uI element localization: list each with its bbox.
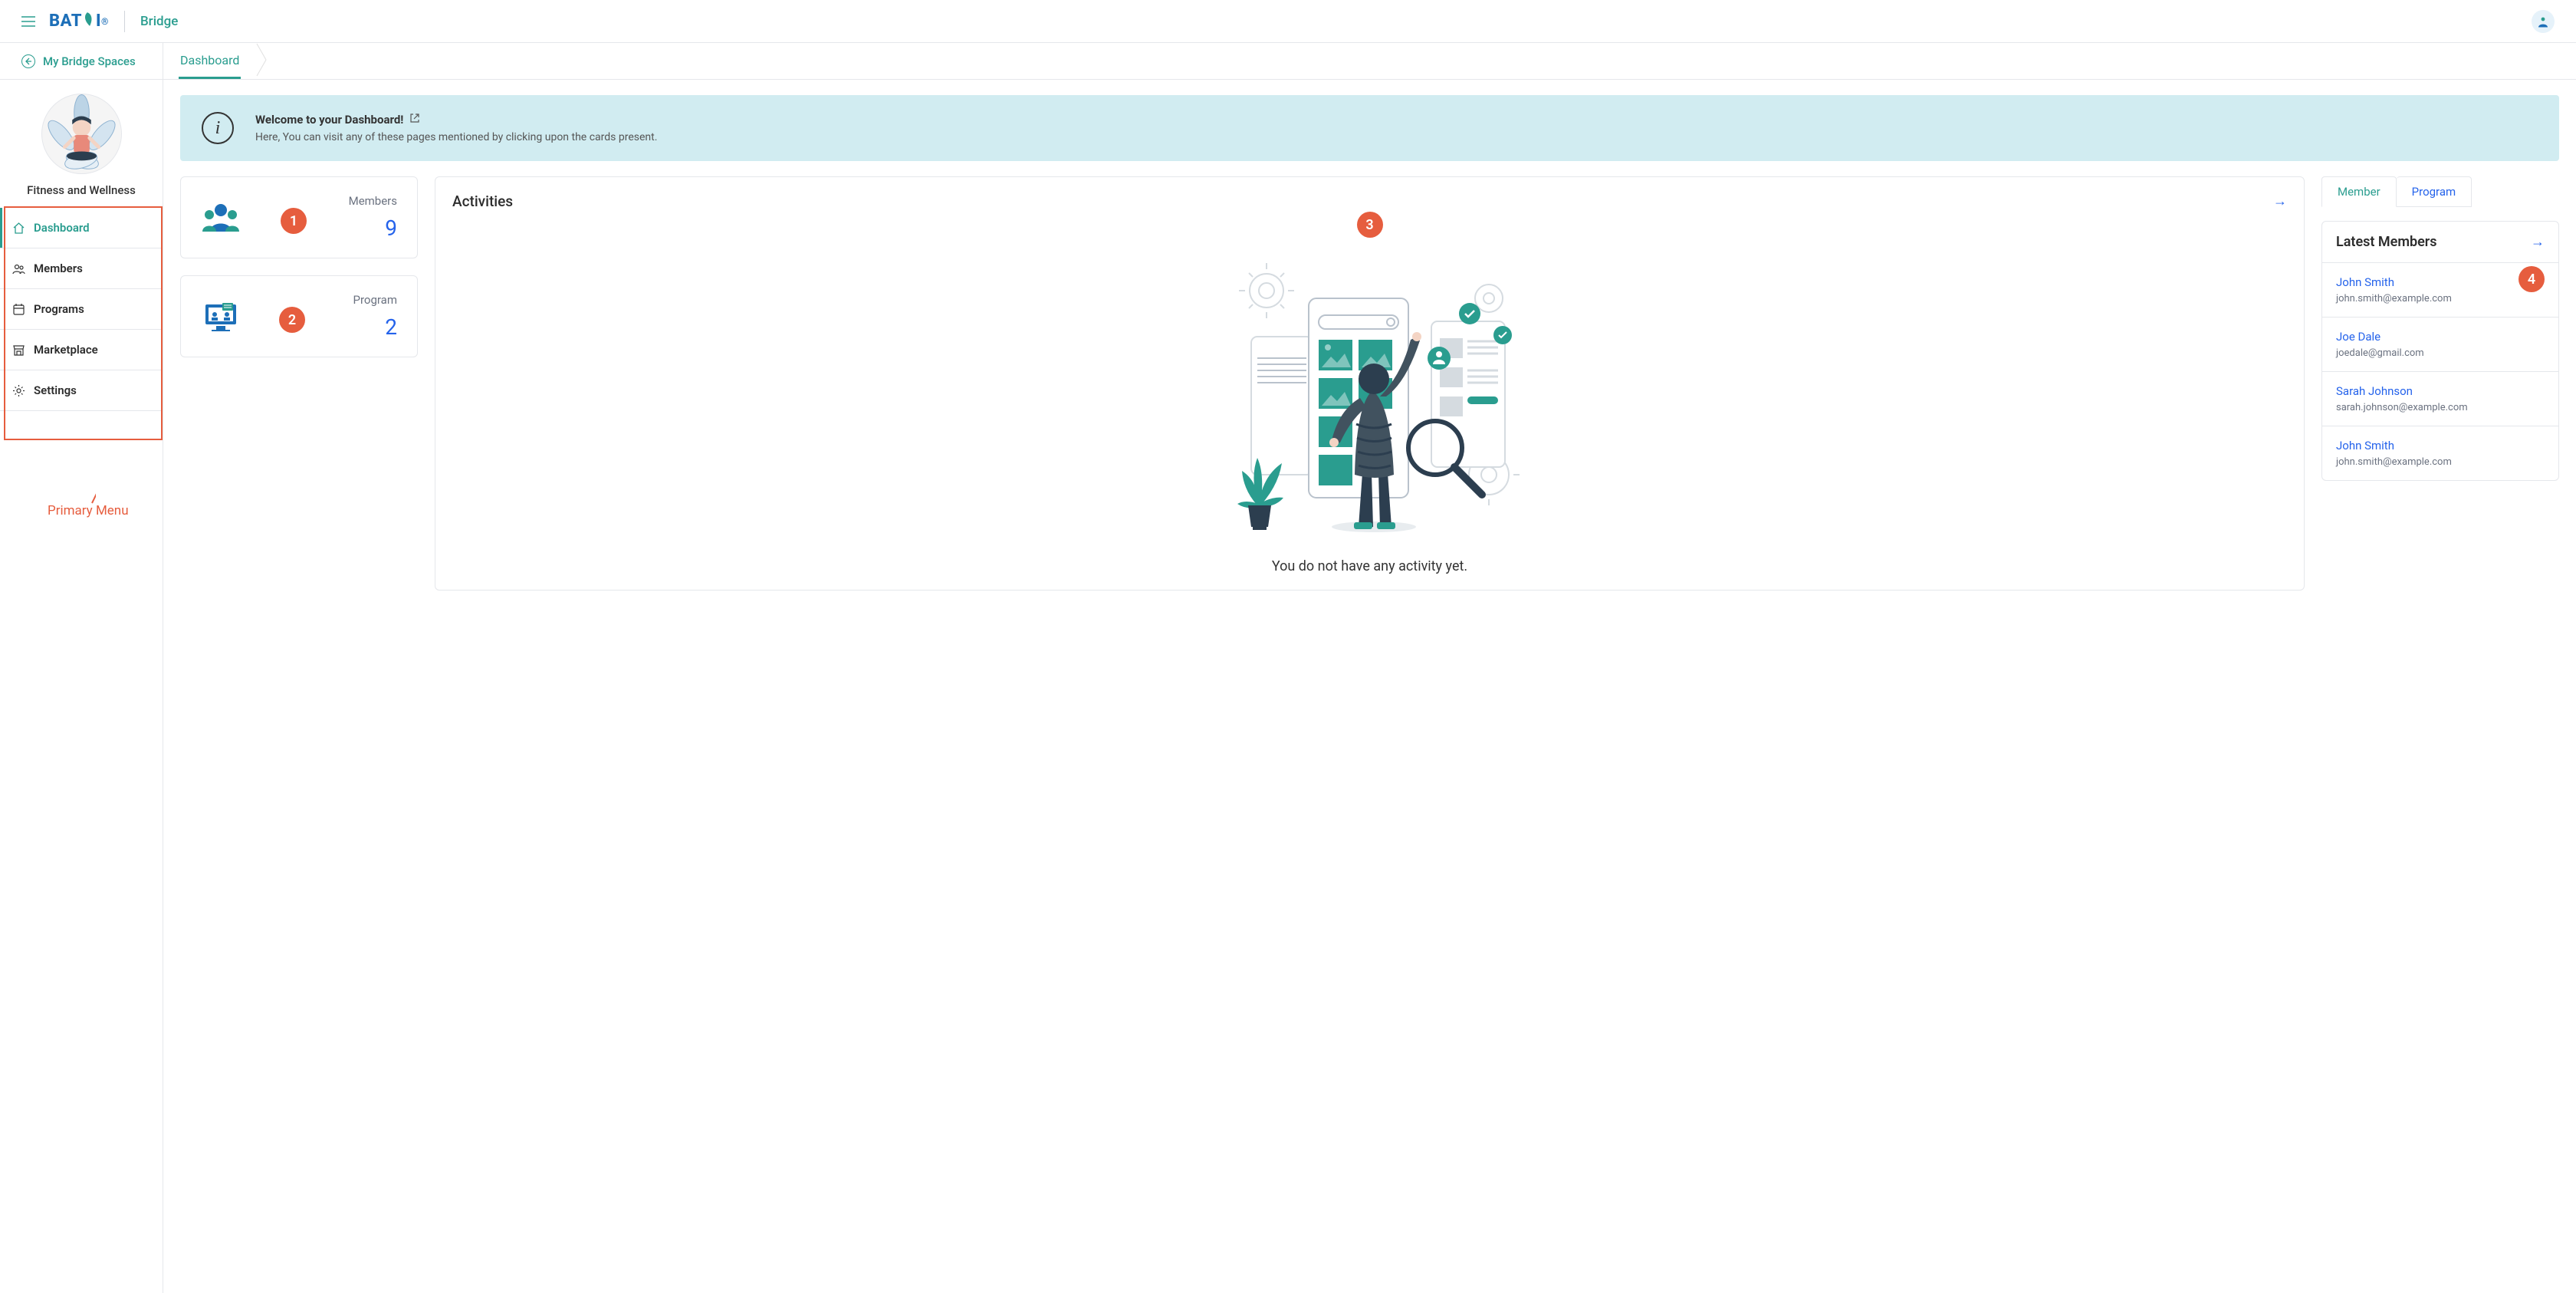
nav-label: Members [34, 262, 83, 275]
member-email: joedale@gmail.com [2336, 347, 2545, 359]
nav-label: Programs [34, 302, 84, 316]
welcome-banner: i Welcome to your Dashboard! Here, You c… [180, 95, 2559, 161]
tabs-row: Member Program [2321, 176, 2559, 207]
annotation-arrow [50, 446, 96, 507]
logo-wrap: BAT I® Bridge [49, 11, 178, 32]
nav-item-dashboard[interactable]: Dashboard [0, 208, 163, 248]
external-link-icon[interactable] [409, 113, 420, 127]
home-icon [12, 222, 25, 235]
tab-member[interactable]: Member [2321, 176, 2397, 207]
activities-panel: Activities → 3 [435, 176, 2305, 591]
market-icon [12, 344, 25, 357]
latest-members-panel: Latest Members → 4 John Smith john.smith… [2321, 221, 2559, 481]
space-avatar[interactable] [41, 94, 122, 174]
activities-illustration [452, 219, 2287, 546]
member-name[interactable]: John Smith [2336, 439, 2545, 452]
main-layout: Fitness and Wellness Dashboard Members [0, 80, 2576, 1293]
member-row[interactable]: John Smith john.smith@example.com [2322, 426, 2558, 480]
breadcrumb: Dashboard [163, 43, 267, 79]
stat-label: Members [349, 194, 397, 208]
member-email: john.smith@example.com [2336, 456, 2545, 468]
nav-label: Settings [34, 383, 77, 397]
back-label: My Bridge Spaces [43, 54, 136, 68]
stat-card-program[interactable]: 2 Program 2 [180, 275, 418, 357]
gear-icon [12, 384, 25, 397]
nav-item-members[interactable]: Members [0, 248, 163, 289]
sidebar: Fitness and Wellness Dashboard Members [0, 80, 163, 1293]
member-row[interactable]: Sarah Johnson sarah.johnson@example.com [2322, 372, 2558, 426]
member-name[interactable]: John Smith [2336, 275, 2545, 289]
callout-1: 1 [281, 208, 307, 234]
breadcrumb-chevron-icon [256, 43, 267, 80]
stat-value: 2 [353, 314, 397, 340]
content: i Welcome to your Dashboard! Here, You c… [163, 80, 2576, 1293]
sub-header: My Bridge Spaces Dashboard [0, 43, 2576, 80]
brand-logo[interactable]: BAT I® [49, 11, 109, 32]
nav-list: Dashboard Members Programs Marketplace [0, 208, 163, 411]
nav-label: Dashboard [34, 221, 90, 235]
back-to-spaces[interactable]: My Bridge Spaces [0, 43, 163, 79]
panel-title: Latest Members [2336, 234, 2437, 250]
member-name[interactable]: Sarah Johnson [2336, 384, 2545, 398]
hamburger-icon[interactable] [21, 12, 35, 31]
user-avatar-menu[interactable] [2532, 10, 2555, 33]
welcome-title: Welcome to your Dashboard! [255, 113, 403, 127]
stat-label: Program [353, 293, 397, 307]
top-header: BAT I® Bridge [0, 0, 2576, 43]
tab-program[interactable]: Program [2397, 176, 2472, 207]
space-name: Fitness and Wellness [27, 183, 136, 197]
welcome-text: Welcome to your Dashboard! Here, You can… [255, 113, 657, 143]
activities-title: Activities [452, 192, 513, 210]
callout-4: 4 [2518, 266, 2545, 292]
nav-item-programs[interactable]: Programs [0, 289, 163, 330]
welcome-subtitle: Here, You can visit any of these pages m… [255, 131, 657, 143]
logo-divider [124, 11, 125, 32]
activities-arrow-link[interactable]: → [2273, 193, 2287, 209]
members-arrow-link[interactable]: → [2531, 234, 2545, 250]
nav-item-marketplace[interactable]: Marketplace [0, 330, 163, 370]
member-row[interactable]: Joe Dale joedale@gmail.com [2322, 317, 2558, 372]
member-email: sarah.johnson@example.com [2336, 402, 2545, 413]
stats-column: 1 Members 9 [180, 176, 418, 357]
header-left: BAT I® Bridge [21, 11, 178, 32]
content-grid: 1 Members 9 [180, 176, 2559, 591]
no-activity-text: You do not have any activity yet. [452, 558, 2287, 574]
member-name[interactable]: Joe Dale [2336, 330, 2545, 344]
callout-2: 2 [279, 307, 305, 333]
calendar-icon [12, 303, 25, 316]
info-icon: i [202, 112, 234, 144]
back-arrow-icon [21, 54, 35, 68]
stat-card-members[interactable]: 1 Members 9 [180, 176, 418, 258]
right-column: Member Program Latest Members → 4 John S… [2321, 176, 2559, 481]
product-name[interactable]: Bridge [140, 14, 178, 29]
stat-value: 9 [349, 216, 397, 241]
nav-label: Marketplace [34, 343, 98, 357]
breadcrumb-dashboard[interactable]: Dashboard [179, 44, 241, 79]
members-icon [12, 262, 25, 275]
nav-item-settings[interactable]: Settings [0, 370, 163, 411]
member-email: john.smith@example.com [2336, 293, 2545, 304]
space-info: Fitness and Wellness [0, 80, 163, 208]
annotation-primary-menu-label: Primary Menu [48, 503, 129, 518]
program-stat-icon [201, 300, 241, 334]
members-stat-icon [201, 201, 241, 235]
